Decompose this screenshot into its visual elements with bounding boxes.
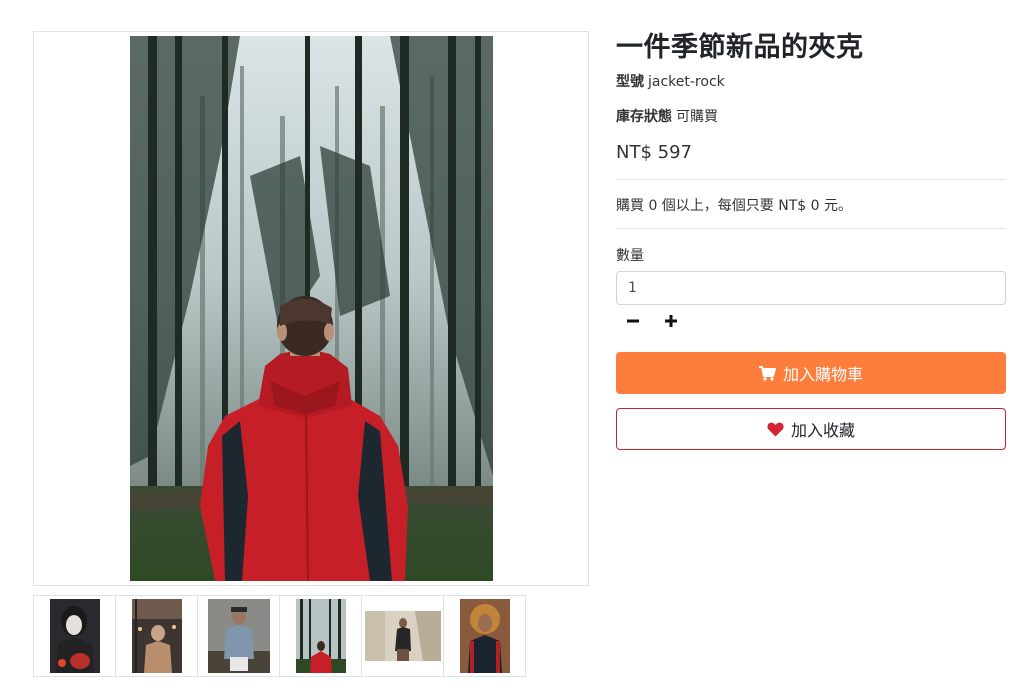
add-to-cart-label: 加入購物車 (782, 365, 863, 384)
plus-icon (665, 315, 677, 327)
stock-label: 庫存狀態 (616, 109, 672, 125)
forest-jacket-photo (130, 36, 493, 581)
thumbnail-strip (33, 595, 526, 677)
thumbnail-image (49, 599, 100, 673)
minus-icon (627, 319, 639, 323)
cart-icon (758, 365, 776, 381)
thumbnail-5[interactable] (361, 595, 444, 677)
bulk-price-note: 購買 0 個以上，每個只要 NT$ 0 元。 (616, 198, 852, 214)
sku-row: 型號 jacket-rock (616, 72, 725, 92)
stock-value: 可購買 (676, 109, 718, 125)
main-image-frame (33, 31, 589, 586)
thumbnail-3[interactable] (197, 595, 280, 677)
divider (616, 228, 1006, 229)
add-to-favorites-label: 加入收藏 (790, 421, 855, 440)
thumbnail-image (459, 599, 510, 673)
thumbnail-6[interactable] (443, 595, 526, 677)
sku-label: 型號 (616, 74, 644, 90)
product-price: NT$ 597 (616, 142, 692, 163)
add-to-cart-button[interactable]: 加入購物車 (616, 352, 1006, 394)
thumbnail-2[interactable] (115, 595, 198, 677)
quantity-increase-button[interactable] (656, 310, 686, 332)
product-title: 一件季節新品的夾克 (616, 32, 864, 63)
quantity-input[interactable] (616, 271, 1006, 305)
main-product-image[interactable] (130, 36, 493, 581)
thumbnail-image (131, 599, 182, 673)
thumbnail-image (364, 611, 441, 661)
add-to-favorites-button[interactable]: 加入收藏 (616, 408, 1006, 450)
divider (616, 179, 1006, 180)
thumbnail-image (207, 599, 270, 673)
stock-row: 庫存狀態 可購買 (616, 107, 718, 127)
thumbnail-4[interactable] (279, 595, 362, 677)
sku-value: jacket-rock (648, 74, 725, 90)
product-info: 一件季節新品的夾克 型號 jacket-rock 庫存狀態 可購買 NT$ 597 … (616, 30, 1006, 450)
quantity-label: 數量 (616, 248, 644, 264)
thumbnail-image (295, 599, 346, 673)
thumbnail-1[interactable] (33, 595, 116, 677)
quantity-decrease-button[interactable] (618, 310, 648, 332)
heart-icon (767, 422, 784, 437)
